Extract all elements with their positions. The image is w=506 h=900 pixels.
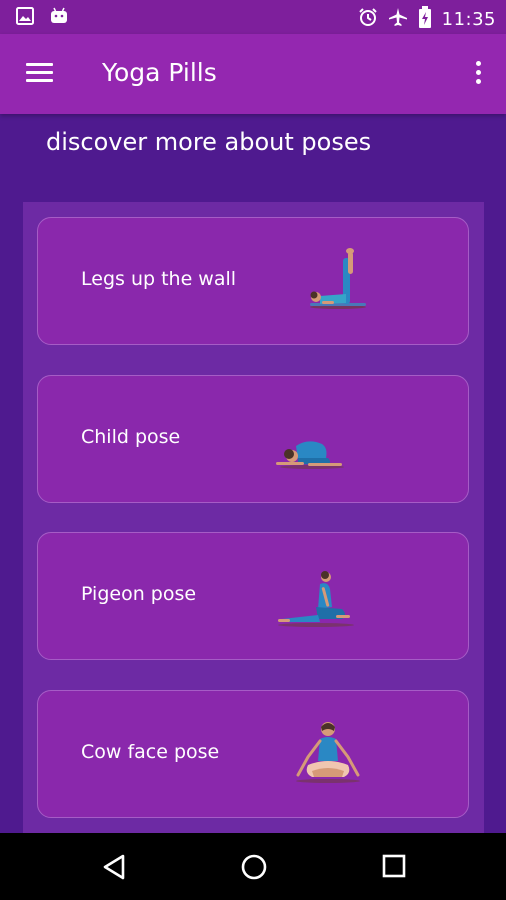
status-time: 11:35 (441, 8, 496, 30)
poses-list: Legs up the wall Child pose Pigeon pose … (23, 202, 484, 842)
cow-face-pose-figure (294, 721, 362, 789)
recents-icon[interactable] (381, 853, 407, 885)
airplane-icon (388, 7, 408, 31)
pose-card-legs-up-the-wall[interactable]: Legs up the wall (37, 217, 469, 345)
pigeon-pose-figure (276, 571, 356, 633)
navigation-bar (0, 833, 506, 900)
pose-card-child-pose[interactable]: Child pose (37, 375, 469, 503)
battery-charging-icon (418, 6, 432, 32)
android-icon (50, 7, 68, 29)
pose-label: Legs up the wall (81, 268, 237, 290)
pose-label: Pigeon pose (81, 583, 197, 605)
app-bar: Yoga Pills (0, 34, 506, 114)
image-icon (16, 7, 34, 29)
pose-label: Cow face pose (81, 741, 220, 763)
home-icon[interactable] (240, 853, 268, 885)
more-vert-icon[interactable] (474, 61, 482, 87)
legs-up-the-wall-figure (308, 248, 368, 314)
pose-card-cow-face-pose[interactable]: Cow face pose (37, 690, 469, 818)
pose-card-pigeon-pose[interactable]: Pigeon pose (37, 532, 469, 660)
app-title: Yoga Pills (102, 58, 217, 87)
hamburger-menu-icon[interactable] (26, 63, 54, 85)
page-subtitle: discover more about poses (46, 128, 372, 156)
child-pose-figure (272, 436, 344, 474)
back-icon[interactable] (101, 853, 127, 885)
status-bar: 11:35 (0, 0, 506, 34)
alarm-icon (358, 7, 378, 31)
pose-label: Child pose (81, 426, 181, 448)
